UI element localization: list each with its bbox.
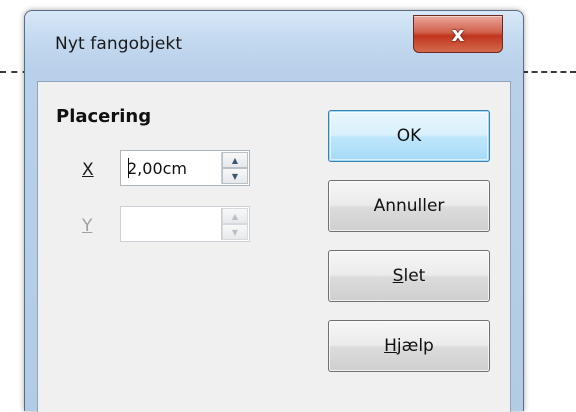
- ok-button[interactable]: OK: [328, 110, 490, 162]
- x-spin-up-icon[interactable]: ▲: [222, 152, 248, 168]
- ok-button-label: OK: [396, 126, 422, 146]
- delete-button[interactable]: Slet: [328, 250, 490, 302]
- x-label: X: [82, 160, 94, 180]
- delete-mnemonic: S: [392, 266, 404, 286]
- y-spin-buttons: ▲ ▼: [221, 208, 248, 240]
- delete-button-label: Slet: [393, 266, 426, 286]
- delete-label-rest: let: [403, 266, 426, 286]
- y-spin-up-icon: ▲: [222, 208, 248, 224]
- snap-line-right: [522, 71, 576, 73]
- help-button[interactable]: Hjælp: [328, 320, 490, 372]
- cancel-button-label: Annuller: [373, 196, 445, 216]
- dialog-title: Nyt fangobjekt: [55, 34, 183, 54]
- cancel-button[interactable]: Annuller: [328, 180, 490, 232]
- x-spinbox[interactable]: 2,00cm ▲ ▼: [120, 150, 250, 186]
- new-snap-object-dialog: Nyt fangobjekt x Placering X 2,00cm ▲ ▼ …: [24, 10, 524, 412]
- close-icon: x: [451, 22, 465, 46]
- x-value[interactable]: 2,00cm: [127, 159, 187, 178]
- y-spinbox: ▲ ▼: [120, 206, 250, 242]
- dialog-body: Placering X 2,00cm ▲ ▼ Y ▲ ▼ OK Annuller…: [37, 81, 511, 412]
- y-spin-down-icon: ▼: [222, 224, 248, 240]
- help-label-rest: jælp: [396, 336, 434, 356]
- position-section-title: Placering: [56, 106, 152, 127]
- x-spin-buttons: ▲ ▼: [221, 152, 248, 184]
- y-label-text: Y: [82, 216, 93, 236]
- y-label: Y: [82, 216, 92, 236]
- x-label-text: X: [82, 160, 94, 180]
- help-button-label: Hjælp: [384, 336, 434, 356]
- x-spin-down-icon[interactable]: ▼: [222, 168, 248, 184]
- close-button[interactable]: x: [413, 15, 503, 53]
- help-mnemonic: H: [384, 336, 397, 356]
